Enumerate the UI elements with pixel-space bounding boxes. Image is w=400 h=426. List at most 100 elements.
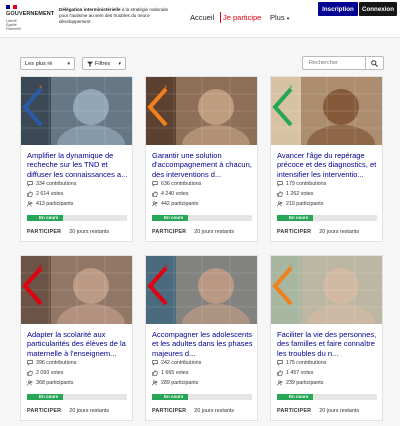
status-badge: En cours — [289, 215, 309, 220]
card-footer: PARTICIPER 20 jours restants — [277, 229, 359, 235]
contributions-count: 179 contributions — [277, 181, 326, 187]
card-image[interactable]: × — [271, 256, 382, 324]
votes-count: 4 240 votes — [152, 191, 188, 197]
card-image[interactable]: × — [21, 256, 132, 324]
progress-bar: En cours — [277, 394, 377, 400]
card-title[interactable]: Avancer l'âge du repérage précoce et des… — [277, 151, 379, 179]
participer-link[interactable]: PARTICIPER — [277, 229, 311, 235]
card-footer: PARTICIPER 20 jours restants — [152, 408, 234, 414]
svg-text:×: × — [289, 85, 293, 91]
search-button[interactable] — [366, 56, 384, 70]
people-icon — [277, 201, 283, 207]
svg-text:×: × — [39, 85, 43, 91]
contributions-text: 242 contributions — [161, 360, 202, 366]
participer-link[interactable]: PARTICIPER — [27, 229, 61, 235]
people-icon — [152, 201, 158, 207]
chevron-down-icon: ▾ — [118, 61, 121, 67]
french-flag-icon — [6, 5, 18, 9]
thumbs-up-icon — [27, 191, 33, 197]
consultation-card[interactable]: × Accompagner les adolescents et les adu… — [145, 255, 258, 421]
filters-label: Filtres — [95, 60, 111, 67]
progress-bar: En cours — [27, 215, 127, 221]
thumbs-up-icon — [152, 191, 158, 197]
participants-count: 368 participants — [27, 380, 73, 386]
consultation-card[interactable]: × Faciliter la vie des personnes, des fa… — [270, 255, 383, 421]
status-badge: En cours — [289, 394, 309, 399]
card-image[interactable]: × — [146, 77, 257, 145]
card-footer: PARTICIPER 20 jours restants — [27, 229, 109, 235]
nav-plus-label: Plus — [270, 13, 285, 22]
contributions-count: 396 contributions — [27, 360, 76, 366]
filter-icon — [87, 61, 93, 67]
thumbs-up-icon — [277, 191, 283, 197]
site-header: GOUVERNEMENT Liberté Égalité Fraternité … — [0, 0, 400, 38]
thumbs-up-icon — [277, 370, 283, 376]
card-title[interactable]: Faciliter la vie des personnes, des fami… — [277, 330, 379, 358]
sort-select[interactable]: Les plus ré ▾ — [20, 57, 75, 70]
consultation-card[interactable]: × Amplifier la dynamique de recheche sur… — [20, 76, 133, 242]
participants-text: 413 participants — [36, 201, 74, 207]
participants-text: 368 participants — [36, 380, 74, 386]
search-input[interactable] — [302, 56, 366, 70]
participer-link[interactable]: PARTICIPER — [152, 229, 186, 235]
gouvernement-logo[interactable]: GOUVERNEMENT Liberté Égalité Fraternité — [6, 5, 54, 35]
inscription-button[interactable]: Inscription — [318, 2, 358, 16]
contributions-count: 175 contributions — [277, 360, 326, 366]
contributions-text: 636 contributions — [161, 181, 202, 187]
card-image[interactable]: × — [21, 77, 132, 145]
remaining-time: 20 jours restants — [194, 408, 235, 414]
filters-button[interactable]: Filtres ▾ — [82, 57, 126, 70]
svg-text:×: × — [164, 85, 168, 91]
remaining-time: 20 jours restants — [319, 229, 360, 235]
site-description: Délégation interministérielle à la strat… — [59, 7, 177, 24]
people-icon — [27, 380, 33, 386]
votes-count: 2 614 votes — [27, 191, 63, 197]
svg-text:×: × — [289, 264, 293, 270]
card-image[interactable]: × — [146, 256, 257, 324]
votes-text: 1 262 votes — [286, 191, 314, 197]
thumbs-up-icon — [152, 370, 158, 376]
status-badge: En cours — [164, 215, 184, 220]
contributions-text: 179 contributions — [286, 181, 327, 187]
consultation-card[interactable]: × Avancer l'âge du repérage précoce et d… — [270, 76, 383, 242]
consultation-card[interactable]: × Garantir une solution d'accompagnement… — [145, 76, 258, 242]
card-title[interactable]: Accompagner les adolescents et les adult… — [152, 330, 254, 358]
contributions-text: 334 contributions — [36, 181, 77, 187]
card-image[interactable]: × — [271, 77, 382, 145]
nav-accueil[interactable]: Accueil — [190, 13, 214, 22]
votes-count: 1 457 votes — [277, 370, 313, 376]
progress-bar: En cours — [27, 394, 127, 400]
participants-text: 289 participants — [161, 380, 199, 386]
participants-count: 219 participants — [277, 201, 323, 207]
votes-text: 4 240 votes — [161, 191, 189, 197]
nav-je-participe[interactable]: Je participe — [219, 12, 261, 23]
card-title[interactable]: Amplifier la dynamique de recheche sur l… — [27, 151, 129, 179]
contributions-text: 175 contributions — [286, 360, 327, 366]
remaining-time: 20 jours restants — [69, 408, 110, 414]
participer-link[interactable]: PARTICIPER — [152, 408, 186, 414]
nav-plus-menu[interactable]: Plus ▾ — [270, 13, 289, 22]
participants-count: 239 participants — [277, 380, 323, 386]
people-icon — [27, 201, 33, 207]
remaining-time: 20 jours restants — [319, 408, 360, 414]
progress-bar: En cours — [152, 215, 252, 221]
participer-link[interactable]: PARTICIPER — [277, 408, 311, 414]
remaining-time: 20 jours restants — [69, 229, 110, 235]
comment-icon — [152, 360, 158, 366]
card-footer: PARTICIPER 20 jours restants — [277, 408, 359, 414]
people-icon — [277, 380, 283, 386]
connexion-button[interactable]: Connexion — [359, 2, 397, 16]
comment-icon — [277, 181, 283, 187]
logo-motto: Liberté Égalité Fraternité — [6, 19, 21, 31]
consultation-card[interactable]: × Adapter la scolarité aux particularité… — [20, 255, 133, 421]
participants-count: 289 participants — [152, 380, 198, 386]
votes-text: 1 457 votes — [286, 370, 314, 376]
contributions-text: 396 contributions — [36, 360, 77, 366]
thumbs-up-icon — [27, 370, 33, 376]
card-title[interactable]: Garantir une solution d'accompagnement à… — [152, 151, 254, 179]
comment-icon — [152, 181, 158, 187]
people-icon — [152, 380, 158, 386]
participer-link[interactable]: PARTICIPER — [27, 408, 61, 414]
card-title[interactable]: Adapter la scolarité aux particularités … — [27, 330, 129, 358]
status-badge: En cours — [164, 394, 184, 399]
